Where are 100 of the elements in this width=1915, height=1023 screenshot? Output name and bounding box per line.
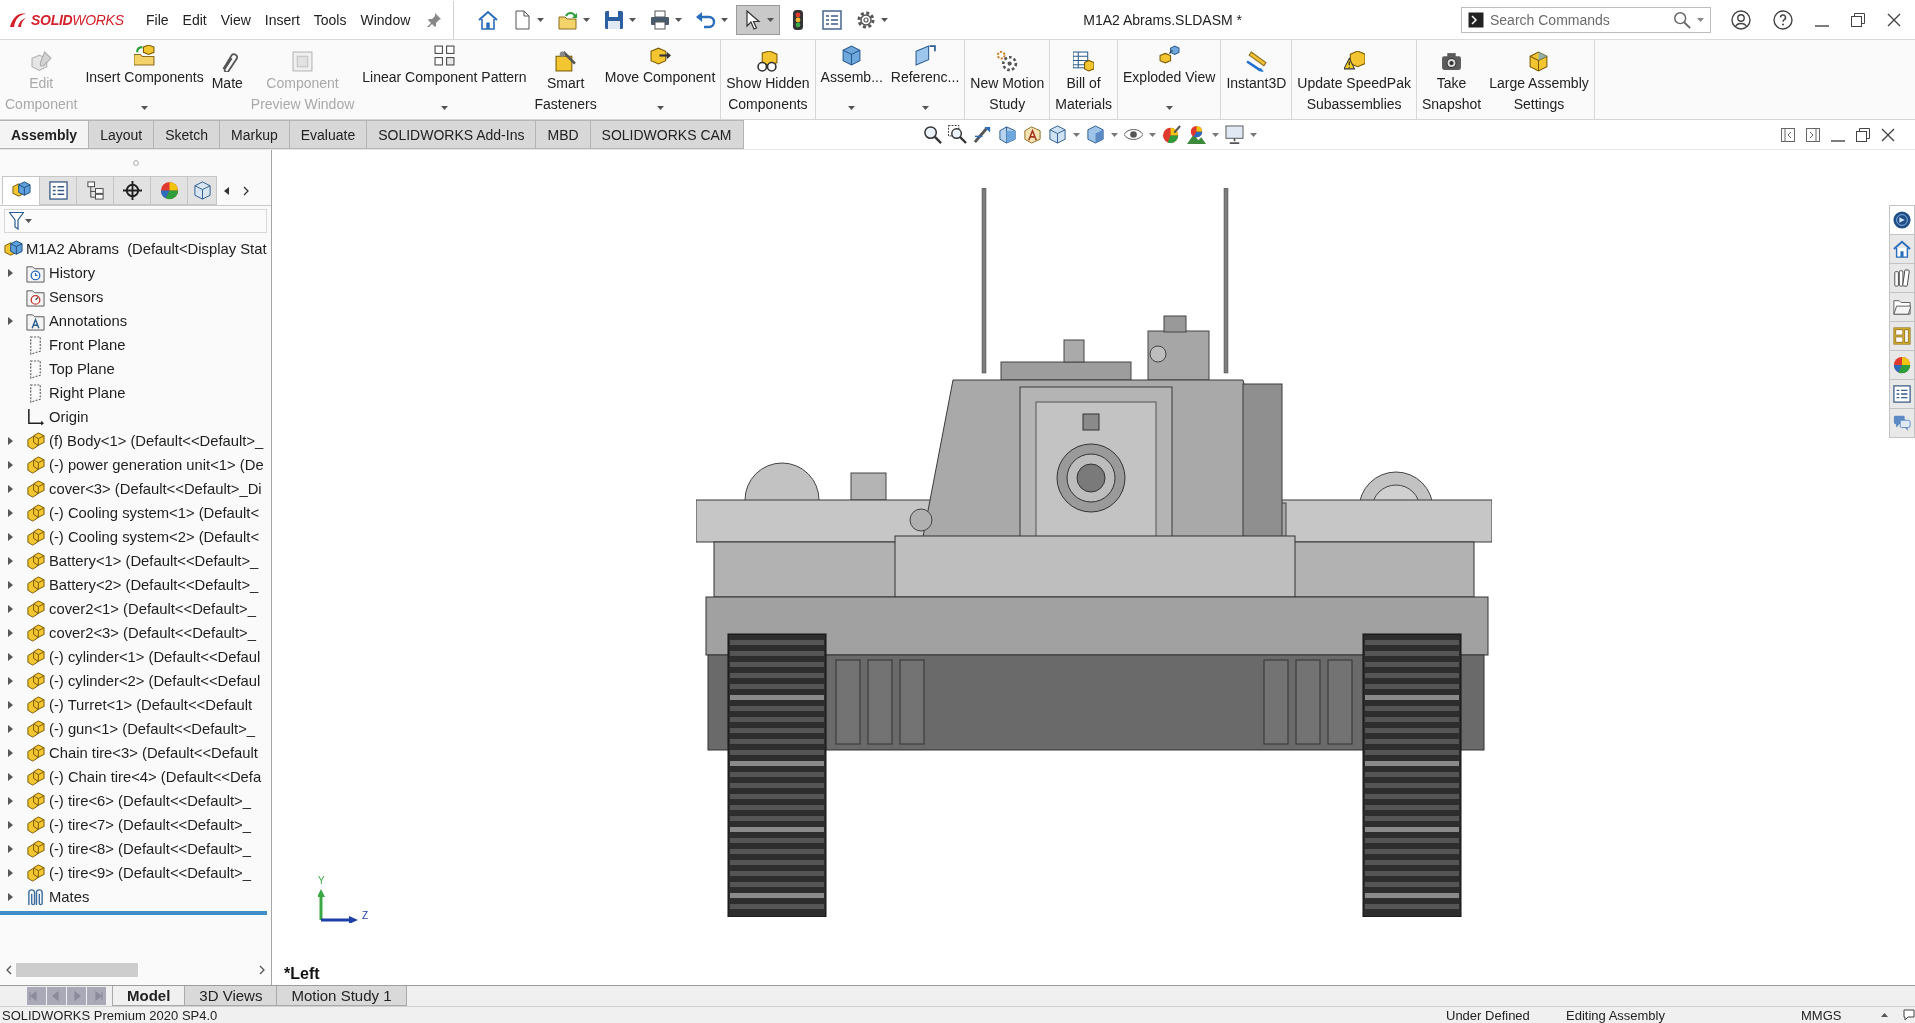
expand-arrow-icon[interactable] xyxy=(8,845,13,853)
expand-arrow-icon[interactable] xyxy=(8,461,13,469)
units-menu[interactable]: MMGS xyxy=(1801,1007,1881,1023)
ribbon-button[interactable]: Instant3D xyxy=(1222,40,1291,119)
caret-icon[interactable] xyxy=(629,17,637,22)
expand-arrow-icon[interactable] xyxy=(8,869,13,877)
caret-icon[interactable] xyxy=(881,17,889,22)
panel-tab[interactable] xyxy=(2,176,40,205)
scrollbar-thumb[interactable] xyxy=(16,963,138,977)
command-tab[interactable]: MBD xyxy=(535,120,591,149)
tree-item[interactable]: Front Plane xyxy=(49,337,126,353)
caret-icon[interactable] xyxy=(848,106,856,110)
ribbon-button[interactable]: Take Snapshot xyxy=(1417,40,1486,119)
tree-item[interactable]: Sensors xyxy=(49,289,104,305)
panel-right-icon[interactable] xyxy=(1806,127,1820,142)
search-icon[interactable] xyxy=(1673,10,1691,29)
panel-tab[interactable] xyxy=(39,176,77,205)
tree-item[interactable]: Chain tire<3> (Default<<Default xyxy=(49,745,258,761)
tree-item[interactable]: (-) cylinder<1> (Default<<Defaul xyxy=(49,649,261,665)
ribbon-button[interactable]: Linear Component Pattern xyxy=(358,40,531,119)
expand-arrow-icon[interactable] xyxy=(8,629,13,637)
zoom-fit-icon[interactable] xyxy=(922,125,942,144)
expand-arrow-icon[interactable] xyxy=(8,533,13,541)
menu-item[interactable]: Insert xyxy=(257,7,307,32)
toolbar-button[interactable] xyxy=(736,4,781,35)
tree-item[interactable]: Right Plane xyxy=(49,385,126,401)
expand-arrow-icon[interactable] xyxy=(8,749,13,757)
caret-icon[interactable] xyxy=(1072,132,1080,137)
expand-arrow-icon[interactable] xyxy=(8,581,13,589)
expand-arrow-icon[interactable] xyxy=(8,821,13,829)
ribbon-button[interactable]: Move Component xyxy=(600,40,720,119)
expand-arrow-icon[interactable] xyxy=(8,677,13,685)
expand-arrow-icon[interactable] xyxy=(8,797,13,805)
expand-arrow-icon[interactable] xyxy=(8,269,13,277)
annotation-view-icon[interactable] xyxy=(1022,125,1042,144)
caret-icon[interactable] xyxy=(675,17,683,22)
chevron-left-icon[interactable] xyxy=(223,186,229,195)
tree-item[interactable]: cover<3> (Default<<Default>_Di xyxy=(49,481,262,497)
command-tab[interactable]: Markup xyxy=(219,120,290,149)
command-tab[interactable]: Assembly xyxy=(0,120,90,149)
task-pane-tab[interactable] xyxy=(1889,263,1915,293)
tree-item[interactable]: History xyxy=(49,265,96,281)
menu-item[interactable]: Tools xyxy=(306,7,354,32)
command-tab[interactable]: SOLIDWORKS CAM xyxy=(589,120,744,149)
chevron-right-icon[interactable] xyxy=(259,965,265,975)
tree-item[interactable]: Battery<2> (Default<<Default>_ xyxy=(49,577,259,593)
tree-item[interactable]: (-) power generation unit<1> (De xyxy=(49,457,264,473)
help-icon[interactable] xyxy=(1773,9,1793,30)
command-tab[interactable]: Sketch xyxy=(153,120,220,149)
caret-icon[interactable] xyxy=(537,17,545,22)
command-tab[interactable]: Layout xyxy=(88,120,155,149)
task-pane-tab[interactable] xyxy=(1889,234,1915,264)
menu-item[interactable]: Window xyxy=(353,7,418,32)
tree-item[interactable]: Annotations xyxy=(49,313,128,329)
expand-arrow-icon[interactable] xyxy=(8,509,13,517)
expand-arrow-icon[interactable] xyxy=(8,557,13,565)
caret-icon[interactable] xyxy=(25,219,32,223)
tree-item[interactable]: (f) Body<1> (Default<<Default>_ xyxy=(49,433,264,449)
ribbon-button[interactable]: Smart Fasteners xyxy=(530,40,601,119)
menu-item[interactable]: View xyxy=(213,7,258,32)
expand-arrow-icon[interactable] xyxy=(8,725,13,733)
tree-item[interactable]: (-) tire<7> (Default<<Default>_ xyxy=(49,817,251,833)
section-view-icon[interactable] xyxy=(997,125,1017,144)
document-tab[interactable]: Model xyxy=(112,986,186,1006)
tree-item[interactable]: (-) Chain tire<4> (Default<<Defa xyxy=(49,769,262,785)
caret-icon[interactable] xyxy=(1249,132,1257,137)
ribbon-button[interactable]: Insert Components xyxy=(81,40,208,119)
filter-field[interactable] xyxy=(4,209,267,233)
pin-icon[interactable] xyxy=(427,12,442,27)
restore-icon[interactable] xyxy=(1856,127,1870,142)
task-pane-tab[interactable] xyxy=(1889,379,1915,409)
ribbon-button[interactable]: Bill of Materials xyxy=(1051,40,1116,119)
search-field[interactable]: Search Commands xyxy=(1461,6,1711,33)
caret-icon[interactable] xyxy=(440,106,448,110)
menu-item[interactable]: File xyxy=(139,7,176,32)
chevron-right-icon[interactable] xyxy=(243,185,249,196)
command-tab[interactable]: SOLIDWORKS Add-Ins xyxy=(366,120,537,149)
menu-item[interactable]: Edit xyxy=(175,7,214,32)
tree-item[interactable]: (-) tire<9> (Default<<Default>_ xyxy=(49,865,251,881)
restore-icon[interactable] xyxy=(1851,12,1865,27)
caret-icon[interactable] xyxy=(1881,1013,1888,1017)
ribbon-button[interactable]: Exploded View xyxy=(1119,40,1220,119)
ribbon-button[interactable]: Show Hidden Components xyxy=(722,40,814,119)
document-tab[interactable]: 3D Views xyxy=(184,986,278,1006)
panel-left-icon[interactable] xyxy=(1781,127,1795,142)
close-icon[interactable] xyxy=(1881,127,1895,142)
expand-arrow-icon[interactable] xyxy=(8,773,13,781)
search-input[interactable]: Search Commands xyxy=(1490,11,1667,28)
close-icon[interactable] xyxy=(1887,12,1901,27)
previous-view-icon[interactable] xyxy=(972,125,992,144)
caret-icon[interactable] xyxy=(1165,106,1173,110)
panel-tab[interactable] xyxy=(76,176,114,205)
tree-item[interactable]: (-) tire<8> (Default<<Default>_ xyxy=(49,841,251,857)
tree-item[interactable]: M1A2 Abrams (Default<Display Stat xyxy=(26,241,267,257)
tree-item[interactable]: (-) cylinder<2> (Default<<Defaul xyxy=(49,673,261,689)
command-tab[interactable]: Evaluate xyxy=(288,120,368,149)
user-icon[interactable] xyxy=(1731,9,1751,30)
expand-arrow-icon[interactable] xyxy=(8,605,13,613)
tree-item[interactable]: Top Plane xyxy=(49,361,115,377)
expand-arrow-icon[interactable] xyxy=(8,653,13,661)
